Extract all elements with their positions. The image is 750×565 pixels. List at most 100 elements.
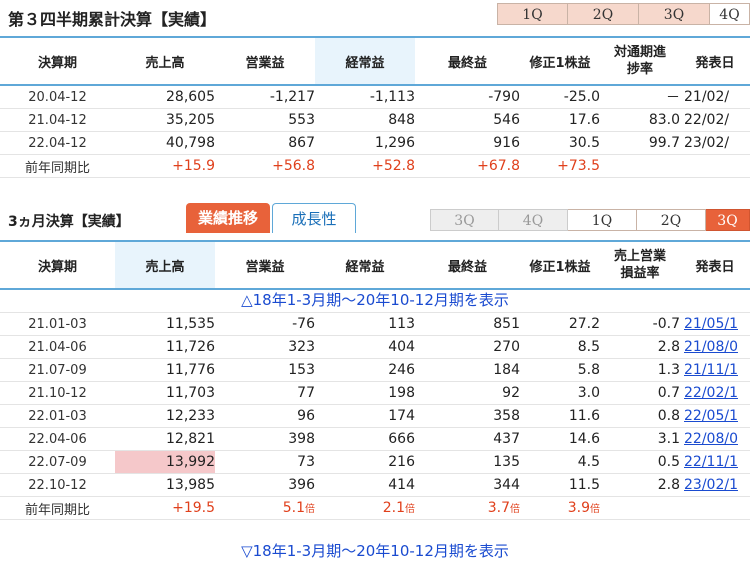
cell-net-profit: -790 — [488, 89, 520, 105]
cell-ordinary-profit: 113 — [388, 316, 415, 332]
cell-eps: 3.0 — [577, 385, 600, 401]
announce-date-link[interactable]: 21/05/1 — [680, 313, 750, 336]
multiple-value: 3.9 — [567, 500, 590, 516]
cell-period: 21.04-12 — [28, 112, 87, 128]
cell-eps: +73.5 — [557, 158, 600, 174]
cell-ordinary-profit: 848 — [388, 112, 415, 128]
tab-4q[interactable]: 4Q — [499, 209, 568, 231]
cell-period: 22.01-03 — [28, 408, 87, 424]
cell-ratio: 99.7 — [648, 135, 680, 151]
cell-net-profit: 546 — [493, 112, 520, 128]
tab-performance-trend[interactable]: 業績推移 — [186, 203, 270, 233]
cell-sales: 40,798 — [166, 135, 215, 151]
tab-4q[interactable]: 4Q — [710, 3, 750, 25]
cell-sales: +15.9 — [172, 158, 215, 174]
col-operating-profit: 営業益 — [245, 55, 285, 71]
cell-net-profit: 270 — [493, 339, 520, 355]
cell-net-profit: 916 — [493, 135, 520, 151]
cell-ordinary-profit: 2.1倍 — [315, 497, 415, 520]
announce-date-link[interactable]: 23/02/1 — [680, 474, 750, 497]
cell-announce-date: 22/02/ — [684, 112, 730, 128]
cell-period: 22.10-12 — [28, 477, 87, 493]
cell-period: 22.04-06 — [28, 431, 87, 447]
cell-period: 21.01-03 — [28, 316, 87, 332]
tab-growth[interactable]: 成長性 — [272, 203, 356, 233]
multiple-value: 5.1 — [282, 500, 305, 516]
cumulative-results-table: 決算期 売上高 営業益 経常益 最終益 修正1株益 対通期進捗率 発表日 20.… — [0, 36, 750, 178]
cell-operating-profit: 396 — [288, 477, 315, 493]
table-header-row: 決算期 売上高 営業益 経常益 最終益 修正1株益 対通期進捗率 発表日 — [0, 37, 750, 85]
cell-ratio: － — [666, 90, 680, 106]
cell-ratio — [600, 155, 680, 178]
col-ordinary-profit: 経常益 — [345, 259, 385, 275]
cell-sales: 35,205 — [166, 112, 215, 128]
cell-ordinary-profit: -1,113 — [369, 89, 415, 105]
cumulative-section-title: 第３四半期累計決算【実績】 — [8, 10, 217, 29]
col-eps: 修正1株益 — [529, 55, 591, 71]
cell-operating-profit: -76 — [292, 316, 315, 332]
multiple-unit: 倍 — [405, 504, 415, 515]
tab-2q[interactable]: 2Q — [637, 209, 706, 231]
col-sales: 売上高 — [145, 55, 185, 71]
table-row: 22.04-12 40,798 867 1,296 916 30.5 99.7 23/02/ — [0, 132, 750, 155]
announce-date-link[interactable]: 21/11/1 — [680, 359, 750, 382]
col-announce-date: 発表日 — [695, 259, 735, 275]
multiple-value: 2.1 — [382, 500, 405, 516]
cell-eps: -25.0 — [563, 89, 600, 105]
cell-eps: 3.9倍 — [520, 497, 600, 520]
multiple-value: 3.7 — [487, 500, 510, 516]
cell-sales: 11,535 — [166, 316, 215, 332]
quarterly-quarter-tabs: 3Q 4Q 1Q 2Q 3Q — [430, 209, 750, 231]
cell-sales: 11,703 — [166, 385, 215, 401]
table-row: 22.01-03 12,233 96 174 358 11.6 0.8 22/05/1 — [0, 405, 750, 428]
table-row: 21.04-06 11,726 323 404 270 8.5 2.8 21/08/0 — [0, 336, 750, 359]
cell-period: 22.07-09 — [28, 454, 87, 470]
cell-period: 21.10-12 — [28, 385, 87, 401]
cell-eps: 14.6 — [568, 431, 600, 447]
cell-eps: 5.8 — [577, 362, 600, 378]
tab-3q[interactable]: 3Q — [639, 3, 710, 25]
cell-eps: 4.5 — [577, 454, 600, 470]
announce-date-link[interactable]: 22/11/1 — [680, 451, 750, 474]
cell-ratio: 3.1 — [657, 431, 680, 447]
tab-3q-prev[interactable]: 3Q — [430, 209, 499, 231]
cell-eps: 11.6 — [568, 408, 600, 424]
cell-announce-date — [680, 155, 750, 178]
col-net-profit: 最終益 — [447, 55, 487, 71]
cell-operating-profit: 323 — [288, 339, 315, 355]
cell-ratio: 1.3 — [657, 362, 680, 378]
cell-ordinary-profit: 246 — [388, 362, 415, 378]
cell-ratio: 0.7 — [657, 385, 680, 401]
cell-operating-profit: 96 — [297, 408, 315, 424]
col-period: 決算期 — [37, 259, 77, 275]
cell-period: 前年同期比 — [24, 160, 90, 176]
tab-1q[interactable]: 1Q — [497, 3, 568, 25]
tab-2q[interactable]: 2Q — [568, 3, 639, 25]
cell-net-profit: 344 — [493, 477, 520, 493]
announce-date-link[interactable]: 22/02/1 — [680, 382, 750, 405]
announce-date-link[interactable]: 22/05/1 — [680, 405, 750, 428]
col-net-profit: 最終益 — [447, 259, 487, 275]
announce-date-link[interactable]: 21/08/0 — [680, 336, 750, 359]
table-row: 22.04-06 12,821 398 666 437 14.6 3.1 22/08/0 — [0, 428, 750, 451]
cell-period: 21.04-06 — [28, 339, 87, 355]
table-row: 21.10-12 11,703 77 198 92 3.0 0.7 22/02/1 — [0, 382, 750, 405]
cell-ordinary-profit: 1,296 — [374, 135, 415, 151]
cell-net-profit: 184 — [493, 362, 520, 378]
cell-eps: 8.5 — [577, 339, 600, 355]
tab-1q[interactable]: 1Q — [568, 209, 637, 231]
show-older-periods-link[interactable]: △18年1-3月期～20年10-12月期を表示 — [0, 288, 750, 313]
show-older-periods-bottom-link[interactable]: ▽18年1-3月期～20年10-12月期を表示 — [0, 539, 750, 563]
col-progress: 対通期進捗率 — [613, 45, 666, 77]
cell-operating-profit: +56.8 — [272, 158, 315, 174]
table-row: 22.07-09 13,992 73 216 135 4.5 0.5 22/11/1 — [0, 450, 750, 474]
announce-date-link[interactable]: 22/08/0 — [680, 428, 750, 451]
tab-3q-current[interactable]: 3Q — [706, 209, 750, 231]
cell-operating-profit: 398 — [288, 431, 315, 447]
cell-net-profit: +67.8 — [477, 158, 520, 174]
cell-operating-profit: 77 — [297, 385, 315, 401]
col-sales: 売上高 — [115, 241, 215, 289]
cell-ordinary-profit: 404 — [388, 339, 415, 355]
multiple-unit: 倍 — [590, 504, 600, 515]
col-margin: 売上営業損益率 — [613, 249, 666, 281]
